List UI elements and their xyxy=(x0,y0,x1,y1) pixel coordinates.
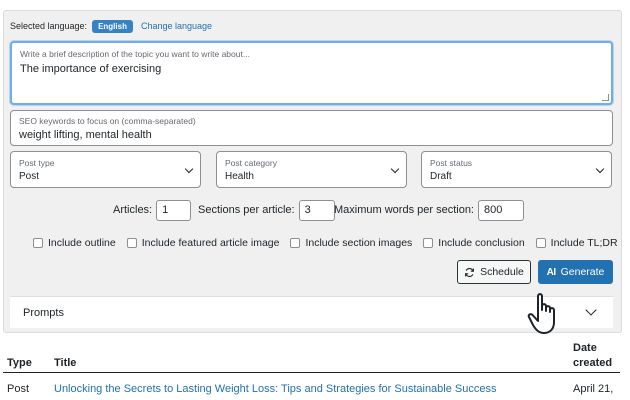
include-tldr-checkbox[interactable]: Include TL;DR xyxy=(535,237,618,249)
checkbox-box[interactable] xyxy=(423,238,434,248)
words-group: Maximum words per section: 800 xyxy=(334,199,524,221)
hand-pointer-icon xyxy=(527,293,555,334)
schedule-button[interactable]: Schedule xyxy=(457,260,531,284)
post-type-select[interactable]: Post type Post xyxy=(10,151,201,188)
include-featured-image-checkbox[interactable]: Include featured article image xyxy=(126,237,280,249)
sections-group: Sections per article: 3 xyxy=(198,199,335,221)
post-status-label: Post status xyxy=(430,158,473,168)
row-title-link[interactable]: Unlocking the Secrets to Lasting Weight … xyxy=(54,383,496,395)
seo-label: SEO keywords to focus on (comma-separate… xyxy=(19,116,196,126)
words-input[interactable]: 800 xyxy=(478,199,524,221)
chevron-down-icon xyxy=(390,164,400,174)
post-type-label: Post type xyxy=(19,158,55,168)
chevron-down-icon xyxy=(595,164,605,174)
ai-icon: AI xyxy=(546,266,557,278)
column-header-title: Title xyxy=(54,357,77,369)
checkbox-box[interactable] xyxy=(535,238,546,248)
column-header-type: Type xyxy=(7,357,32,369)
checkbox-box[interactable] xyxy=(290,238,301,248)
column-header-date-line1: Date xyxy=(573,342,597,354)
prompts-label: Prompts xyxy=(23,306,64,319)
generate-button[interactable]: AI Generate xyxy=(538,260,613,284)
post-category-select[interactable]: Post category Health xyxy=(216,151,407,188)
include-section-images-checkbox[interactable]: Include section images xyxy=(290,237,412,249)
seo-value: weight lifting, mental health xyxy=(19,129,152,141)
include-conclusion-checkbox[interactable]: Include conclusion xyxy=(423,237,525,249)
column-header-date-line2: created xyxy=(573,357,613,369)
options-checkboxes: Include outline Include featured article… xyxy=(33,236,629,250)
words-label: Maximum words per section: xyxy=(334,204,474,216)
prompts-accordion[interactable]: Prompts xyxy=(10,296,613,328)
description-value: The importance of exercising xyxy=(20,63,162,75)
refresh-icon xyxy=(465,267,475,277)
checkbox-box[interactable] xyxy=(33,238,43,248)
sections-label: Sections per article: xyxy=(198,204,295,216)
checkbox-label: Include featured article image xyxy=(141,237,280,249)
post-category-value: Health xyxy=(225,171,254,182)
seo-keywords-input[interactable]: SEO keywords to focus on (comma-separate… xyxy=(10,110,613,146)
post-status-select[interactable]: Post status Draft xyxy=(421,151,612,188)
post-category-label: Post category xyxy=(225,158,277,168)
description-label: Write a brief description of the topic y… xyxy=(20,49,250,59)
checkbox-label: Include outline xyxy=(48,237,116,249)
generate-label: Generate xyxy=(560,266,605,278)
articles-group: Articles: 1 xyxy=(113,199,192,221)
checkbox-label: Include section images xyxy=(305,237,413,249)
row-date: April 21, xyxy=(573,383,614,395)
post-status-value: Draft xyxy=(430,171,452,182)
checkbox-label: Include conclusion xyxy=(438,237,525,249)
articles-label: Articles: xyxy=(113,204,153,216)
language-badge: English xyxy=(92,19,133,33)
language-label: Selected language: xyxy=(10,21,88,31)
change-language-link[interactable]: Change language xyxy=(141,21,212,31)
table-header-divider xyxy=(3,372,620,373)
checkbox-label: Include TL;DR xyxy=(550,237,618,249)
checkbox-box[interactable] xyxy=(126,238,137,248)
articles-input[interactable]: 1 xyxy=(156,199,192,221)
include-outline-checkbox[interactable]: Include outline xyxy=(33,237,116,249)
chevron-down-icon xyxy=(184,164,194,174)
language-row: Selected language: English Change langua… xyxy=(10,19,212,33)
schedule-label: Schedule xyxy=(480,266,524,278)
chevron-down-icon[interactable] xyxy=(585,304,597,316)
description-textarea[interactable]: Write a brief description of the topic y… xyxy=(10,41,613,105)
sections-input[interactable]: 3 xyxy=(298,199,335,221)
resize-handle-icon[interactable] xyxy=(602,94,609,101)
post-type-value: Post xyxy=(19,171,40,182)
row-type: Post xyxy=(7,383,30,395)
